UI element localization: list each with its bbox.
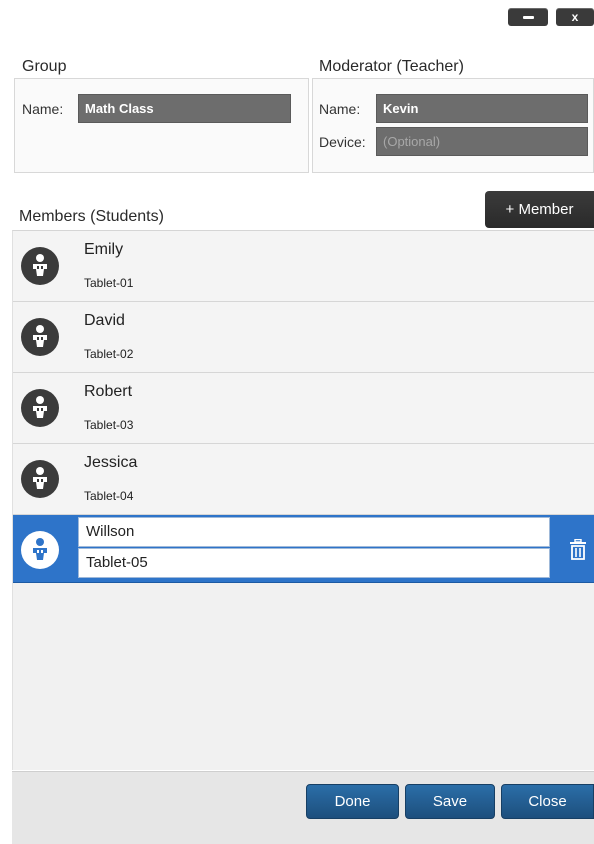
person-icon [21, 247, 59, 285]
person-icon [21, 460, 59, 498]
moderator-device-label: Device: [319, 134, 366, 150]
member-name-input[interactable]: Willson [78, 517, 550, 547]
member-device: Tablet-03 [84, 418, 134, 432]
minimize-button[interactable] [508, 8, 548, 26]
done-button[interactable]: Done [306, 784, 399, 819]
member-list: Emily Tablet-01 David Tablet-02 Robert T… [12, 230, 594, 770]
minimize-icon [522, 15, 534, 19]
trash-icon[interactable] [568, 538, 588, 566]
moderator-name-label: Name: [319, 101, 361, 117]
close-button[interactable]: Close [501, 784, 594, 819]
group-name-field[interactable]: Math Class [78, 94, 291, 123]
add-member-button[interactable]: + Member [485, 191, 594, 228]
person-icon [21, 531, 59, 569]
person-icon [21, 389, 59, 427]
person-icon [21, 318, 59, 356]
moderator-device-field[interactable]: (Optional) [376, 127, 588, 156]
member-name: David [84, 312, 125, 329]
member-name: Jessica [84, 454, 138, 471]
list-item[interactable]: Emily Tablet-01 [13, 231, 594, 302]
list-item[interactable]: Robert Tablet-03 [13, 373, 594, 444]
member-name: Robert [84, 383, 133, 400]
member-device: Tablet-04 [84, 489, 134, 503]
moderator-panel [312, 78, 594, 173]
group-panel [14, 78, 309, 173]
save-button[interactable]: Save [405, 784, 495, 819]
moderator-title: Moderator (Teacher) [319, 58, 464, 75]
list-item[interactable]: David Tablet-02 [13, 302, 594, 373]
group-name-label: Name: [22, 101, 64, 117]
members-title: Members (Students) [19, 208, 164, 225]
member-device: Tablet-01 [84, 276, 134, 290]
list-item-selected[interactable]: Willson Tablet-05 [13, 515, 594, 583]
group-title: Group [22, 58, 67, 75]
member-device-input[interactable]: Tablet-05 [78, 548, 550, 578]
list-item[interactable]: Jessica Tablet-04 [13, 444, 594, 515]
close-window-button[interactable]: x [556, 8, 594, 26]
member-device: Tablet-02 [84, 347, 134, 361]
moderator-name-field[interactable]: Kevin [376, 94, 588, 123]
member-name: Emily [84, 241, 124, 258]
close-icon: x [571, 10, 579, 24]
